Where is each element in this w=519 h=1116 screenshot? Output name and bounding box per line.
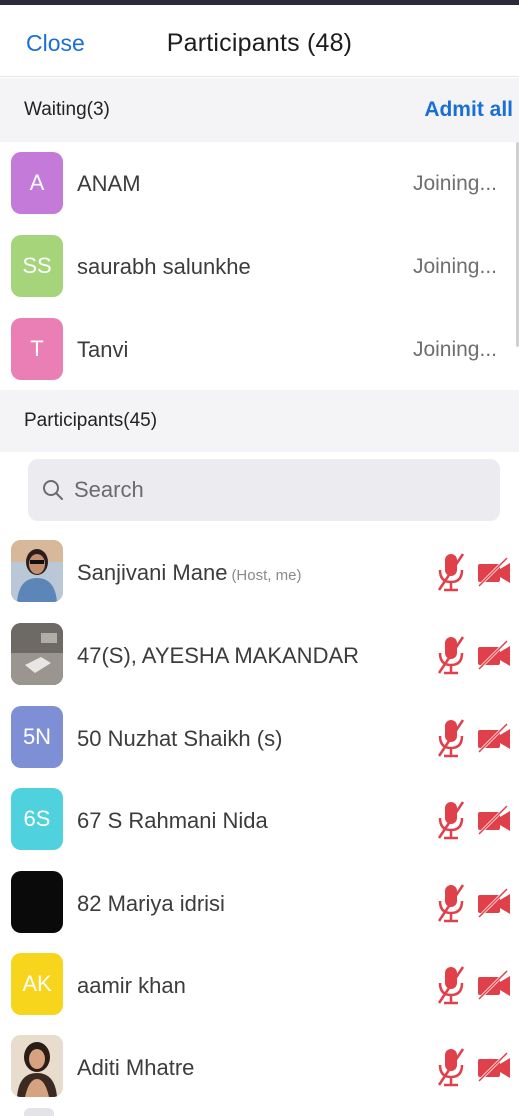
participant-name: Sanjivani Mane (Host, me) (77, 560, 302, 585)
avatar: AK (11, 953, 63, 1015)
participant-controls (437, 1045, 513, 1089)
participants-header: Close Participants (48) (0, 5, 519, 77)
participant-name: aamir khan (77, 973, 186, 998)
mic-muted-icon[interactable] (437, 552, 465, 592)
participant-name: Aditi Mhatre (77, 1055, 195, 1080)
waiting-section-header: Waiting(3) Admit all (0, 78, 519, 142)
participant-role: (Host, me) (231, 567, 302, 584)
waiting-name: saurabh salunkhe (77, 254, 251, 279)
search-input[interactable] (74, 459, 474, 521)
video-off-icon[interactable] (477, 556, 511, 588)
next-row-avatar-edge (24, 1108, 54, 1116)
avatar (11, 871, 63, 933)
video-off-icon[interactable] (477, 1051, 511, 1083)
participant-name: 50 Nuzhat Shaikh (s) (77, 726, 283, 751)
mic-muted-icon[interactable] (437, 883, 465, 923)
participant-row[interactable]: 82 Mariya idrisi (0, 861, 519, 943)
avatar-photo (11, 623, 63, 685)
avatar: 5N (11, 706, 63, 768)
video-off-icon[interactable] (477, 887, 511, 919)
participant-controls (437, 963, 513, 1007)
participant-name: 47(S), AYESHA MAKANDAR (77, 643, 360, 668)
participant-row[interactable]: 5N 50 Nuzhat Shaikh (s) (0, 696, 519, 778)
waiting-section-title: Waiting(3) (24, 99, 110, 120)
mic-muted-icon[interactable] (437, 965, 465, 1005)
waiting-status: Joining... (412, 172, 497, 195)
participant-name: 67 S Rahmani Nida (77, 808, 268, 833)
avatar: A (11, 152, 63, 214)
participant-row[interactable]: AK aamir khan (0, 943, 519, 1025)
avatar-photo (11, 1035, 63, 1097)
mic-muted-icon[interactable] (437, 800, 465, 840)
mic-muted-icon[interactable] (437, 718, 465, 758)
mic-muted-icon[interactable] (437, 1047, 465, 1087)
avatar: 6S (11, 788, 63, 850)
avatar-photo (11, 540, 63, 602)
participant-controls (437, 633, 513, 677)
participants-section-header: Participants(45) (0, 390, 519, 452)
waiting-row[interactable]: SS saurabh salunkhe Joining... (0, 225, 519, 307)
waiting-row[interactable]: A ANAM Joining... (0, 142, 519, 224)
avatar: SS (11, 235, 63, 297)
participant-controls (437, 550, 513, 594)
waiting-name: Tanvi (77, 337, 129, 362)
participant-controls (437, 798, 513, 842)
waiting-row[interactable]: T Tanvi Joining... (0, 308, 519, 390)
waiting-status: Joining... (412, 338, 497, 361)
search-box[interactable] (28, 459, 500, 521)
avatar: T (11, 318, 63, 380)
participants-section-title: Participants(45) (24, 410, 158, 431)
participant-controls (437, 881, 513, 925)
video-off-icon[interactable] (477, 969, 511, 1001)
waiting-name: ANAM (77, 171, 141, 196)
participant-name: 82 Mariya idrisi (77, 891, 225, 916)
search-icon (43, 480, 63, 500)
participant-controls (437, 716, 513, 760)
participant-row[interactable]: 47(S), AYESHA MAKANDAR (0, 613, 519, 695)
video-off-icon[interactable] (477, 804, 511, 836)
admit-all-button[interactable]: Admit all (424, 98, 513, 122)
video-off-icon[interactable] (477, 722, 511, 754)
mic-muted-icon[interactable] (437, 635, 465, 675)
participant-row[interactable]: Aditi Mhatre (0, 1025, 519, 1107)
participant-row[interactable]: 6S 67 S Rahmani Nida (0, 778, 519, 860)
video-off-icon[interactable] (477, 639, 511, 671)
participant-row[interactable]: Sanjivani Mane (Host, me) (0, 530, 519, 612)
waiting-status: Joining... (412, 255, 497, 278)
page-title: Participants (48) (166, 29, 353, 57)
